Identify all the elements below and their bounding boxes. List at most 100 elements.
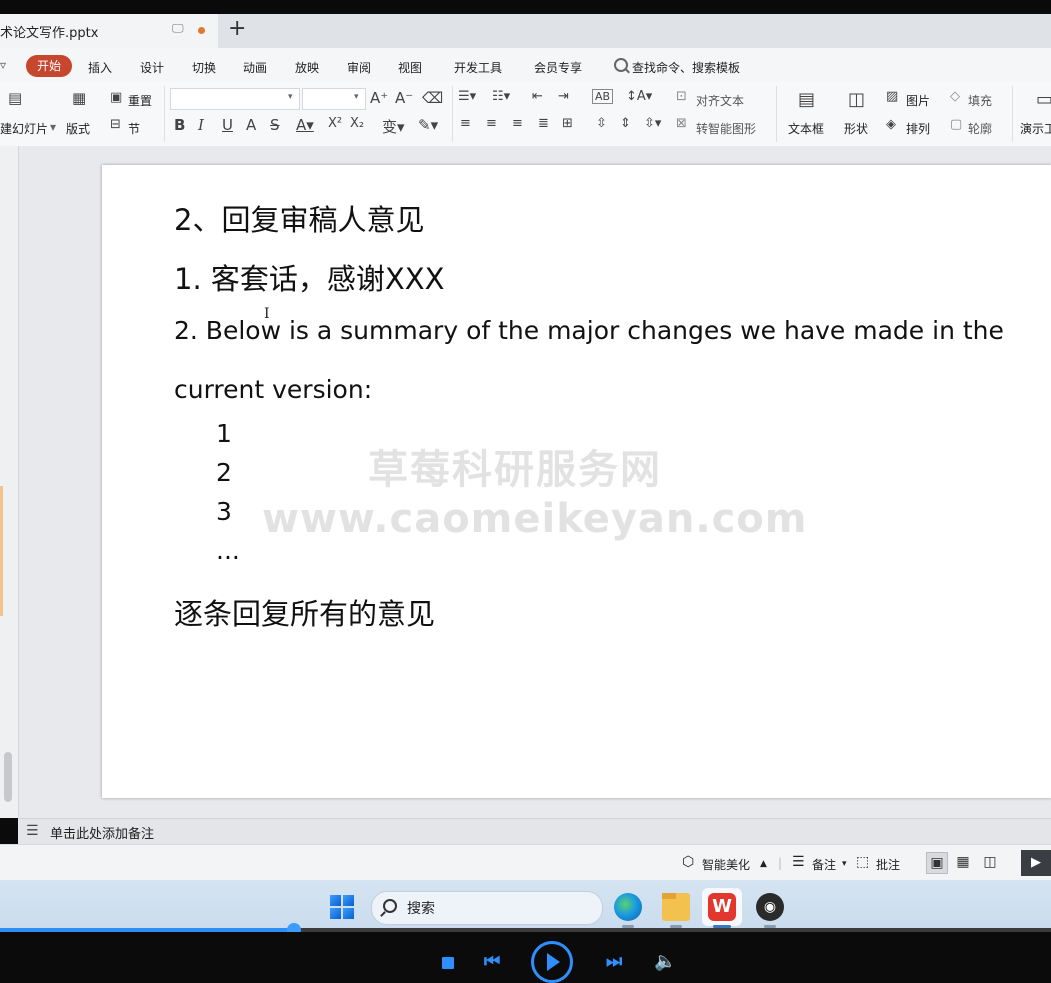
section-icon[interactable]: ⊟	[110, 117, 121, 132]
phonetic-guide-icon[interactable]: 变▾	[382, 116, 405, 137]
menu-tab-transition[interactable]: 切换	[192, 59, 216, 76]
normal-view-icon[interactable]: ▣	[926, 852, 948, 874]
slide-sub-item[interactable]: ...	[216, 536, 240, 565]
slide-thumbnail-panel[interactable]	[0, 146, 19, 818]
menu-dropdown-icon[interactable]: ▿	[0, 58, 6, 72]
column-icon[interactable]: ⇳▾	[644, 116, 661, 131]
notes-toggle-icon[interactable]: ☰	[792, 854, 805, 870]
clear-format-icon[interactable]: ⌫	[422, 89, 443, 107]
numbering-icon[interactable]: ☷▾	[492, 89, 510, 104]
slide-sub-item[interactable]: 3	[216, 497, 232, 526]
edge-browser-icon[interactable]	[614, 893, 642, 921]
font-size-dropdown-icon[interactable]: ▾	[354, 92, 359, 102]
comments-button[interactable]: 批注	[876, 856, 900, 873]
slide-closing-line[interactable]: 逐条回复所有的意见	[174, 591, 435, 633]
picture-button[interactable]: 图片	[906, 92, 930, 109]
text-box-icon[interactable]: ▤	[798, 89, 815, 110]
align-text-button[interactable]: 对齐文本	[696, 92, 744, 109]
font-color-icon[interactable]: A▾	[296, 116, 314, 134]
para-spacing-icon[interactable]: ⇳	[596, 116, 607, 131]
layout-button[interactable]: 版式	[66, 120, 90, 137]
align-center-icon[interactable]: ≡	[486, 116, 497, 131]
slide-point-1[interactable]: 1. 客套话，感谢XXX	[174, 256, 445, 298]
monitor-icon[interactable]: 🖵	[172, 21, 186, 35]
next-icon[interactable]: ⏭	[606, 951, 622, 972]
align-text-icon[interactable]: ⊡	[676, 89, 687, 104]
previous-icon[interactable]: ⏮	[484, 951, 500, 972]
slide-point-2-line-1[interactable]: 2. Below is a summary of the major chang…	[174, 316, 1004, 345]
underline-icon[interactable]: U	[222, 116, 233, 134]
smart-graphic-button[interactable]: 转智能图形	[696, 120, 756, 137]
volume-icon[interactable]: 🔈	[654, 951, 676, 972]
outline-button[interactable]: 轮廓	[968, 120, 992, 137]
slide-sub-item[interactable]: 2	[216, 458, 232, 487]
app-mascot-icon[interactable]: ◉	[756, 893, 784, 921]
highlight-icon[interactable]: ✎▾	[418, 116, 438, 134]
present-icon[interactable]: ▭	[1036, 89, 1051, 110]
fill-icon[interactable]: ◇	[950, 89, 960, 104]
menu-tab-view[interactable]: 视图	[398, 59, 422, 76]
notes-placeholder[interactable]: 单击此处添加备注	[50, 823, 154, 842]
comment-icon[interactable]: ⬚	[856, 854, 869, 870]
reset-icon[interactable]: ▣	[110, 90, 122, 105]
notes-dropdown-icon[interactable]: ▾	[842, 859, 847, 869]
present-button[interactable]: 演示工	[1020, 120, 1051, 137]
slide-heading[interactable]: 2、回复审稿人意见	[174, 197, 424, 239]
fill-button[interactable]: 填充	[968, 92, 992, 109]
new-slide-button[interactable]: 建幻灯片	[0, 120, 48, 137]
new-slide-dropdown-icon[interactable]: ▾	[50, 120, 56, 134]
menu-tab-animation[interactable]: 动画	[243, 59, 267, 76]
strikethrough-icon[interactable]: S	[270, 116, 280, 134]
menu-tab-start[interactable]: 开始	[26, 55, 72, 77]
text-direction-icon[interactable]: AB	[592, 89, 614, 104]
font-name-select[interactable]	[170, 88, 300, 110]
italic-icon[interactable]: I	[198, 116, 204, 134]
section-button[interactable]: 节	[128, 120, 140, 137]
bullets-icon[interactable]: ☰▾	[458, 89, 476, 104]
slide-sorter-icon[interactable]: ▦	[953, 852, 973, 872]
stop-icon[interactable]	[442, 957, 454, 969]
increase-indent-icon[interactable]: ⇥	[558, 89, 569, 104]
subscript-icon[interactable]: X₂	[350, 116, 364, 131]
menu-tab-member[interactable]: 会员专享	[534, 59, 582, 76]
text-shadow-icon[interactable]: A	[246, 116, 256, 134]
smart-beautify-icon[interactable]: ⬡	[682, 854, 694, 870]
arrange-icon[interactable]: ◈	[886, 117, 896, 132]
line-spacing-icon[interactable]: ↕A▾	[626, 89, 652, 104]
slide-point-2-line-2[interactable]: current version:	[174, 375, 372, 404]
picture-icon[interactable]: ▨	[886, 89, 898, 104]
text-box-button[interactable]: 文本框	[788, 120, 824, 137]
slide-thumbnail[interactable]	[0, 486, 3, 616]
smart-graphic-icon[interactable]: ⊠	[676, 116, 687, 131]
align-right-icon[interactable]: ≡	[512, 116, 523, 131]
notes-toggle-button[interactable]: 备注	[812, 856, 836, 873]
menu-tab-insert[interactable]: 插入	[88, 59, 112, 76]
taskbar-search-box[interactable]	[371, 891, 603, 925]
chevron-up-icon[interactable]: ▲	[760, 859, 767, 869]
font-name-dropdown-icon[interactable]: ▾	[288, 92, 293, 102]
increase-font-icon[interactable]: A⁺	[370, 89, 388, 107]
line-height-icon[interactable]: ⇕	[620, 116, 631, 131]
distributed-icon[interactable]: ⊞	[562, 116, 573, 131]
outline-icon[interactable]: ▢	[950, 117, 962, 132]
reading-view-icon[interactable]: ◫	[980, 852, 1000, 872]
command-search-input[interactable]: 查找命令、搜索模板	[632, 59, 740, 76]
new-tab-button[interactable]: +	[228, 16, 246, 42]
menu-tab-design[interactable]: 设计	[140, 59, 164, 76]
thumbnail-scrollbar[interactable]	[4, 752, 12, 802]
notes-bar[interactable]	[18, 818, 1051, 845]
bold-icon[interactable]: B	[174, 116, 185, 134]
menu-tab-slideshow[interactable]: 放映	[295, 59, 319, 76]
shape-icon[interactable]: ◫	[848, 89, 865, 110]
decrease-indent-icon[interactable]: ⇤	[532, 89, 543, 104]
arrange-button[interactable]: 排列	[906, 120, 930, 137]
reset-button[interactable]: 重置	[128, 92, 152, 109]
wps-office-icon[interactable]: W	[708, 893, 736, 921]
smart-beautify-button[interactable]: 智能美化	[702, 856, 750, 873]
superscript-icon[interactable]: X²	[328, 116, 342, 131]
shape-button[interactable]: 形状	[844, 120, 868, 137]
decrease-font-icon[interactable]: A⁻	[395, 89, 413, 107]
align-left-icon[interactable]: ≡	[460, 116, 471, 131]
play-slideshow-button[interactable]: ▶	[1021, 850, 1051, 876]
slide-sub-item[interactable]: 1	[216, 419, 232, 448]
